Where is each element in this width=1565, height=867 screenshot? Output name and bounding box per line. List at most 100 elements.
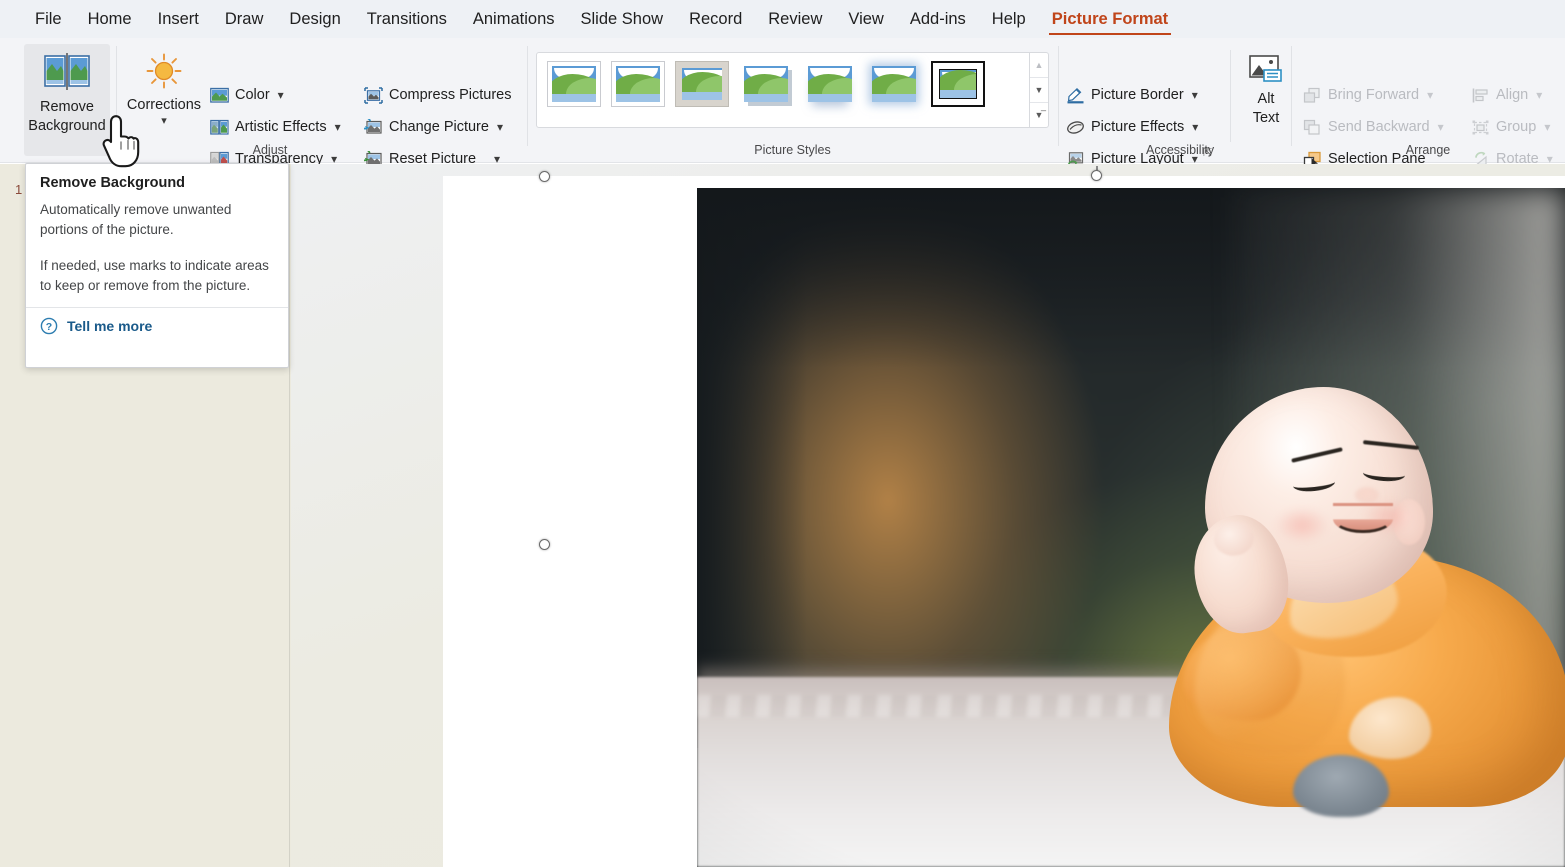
slide-picture[interactable]: [697, 188, 1565, 867]
picture-style-thumbnail-selected[interactable]: [931, 61, 985, 107]
tab-file[interactable]: File: [22, 0, 75, 38]
picture-effects-button[interactable]: Picture Effects ▾: [1066, 114, 1198, 140]
send-backward-button[interactable]: Send Backward ▾: [1303, 114, 1444, 140]
slide-canvas-area[interactable]: [291, 164, 1565, 867]
picture-border-label: Picture Border: [1091, 87, 1184, 103]
chevron-down-icon[interactable]: ▾: [161, 116, 167, 127]
group-label-accessibility: Accessibility: [1146, 143, 1215, 157]
align-button[interactable]: Align ▾: [1471, 82, 1542, 108]
bring-forward-label: Bring Forward: [1328, 87, 1420, 103]
color-picture-icon: [210, 87, 229, 104]
chevron-down-icon[interactable]: ▾: [1544, 120, 1550, 134]
ribbon-group-picture-styles: ▲ ▼ ▼̅ Picture Styles: [527, 38, 1058, 163]
ribbon-group-accessibility: Picture Border ▾ Picture Effects ▾ Pictu…: [1058, 38, 1294, 167]
change-picture-icon: [364, 118, 383, 136]
group-label-arrange: Arrange: [1405, 143, 1451, 157]
remove-background-label-line2: Background: [28, 118, 106, 134]
tab-help[interactable]: Help: [979, 0, 1039, 38]
tab-design[interactable]: Design: [276, 0, 353, 38]
selection-handle-top-left[interactable]: [539, 171, 550, 182]
tab-transitions[interactable]: Transitions: [354, 0, 460, 38]
chevron-down-icon[interactable]: ▾: [1536, 88, 1542, 102]
tooltip-divider: [26, 307, 288, 308]
change-picture-label: Change Picture: [389, 119, 489, 135]
tab-home[interactable]: Home: [75, 0, 145, 38]
change-picture-button[interactable]: Change Picture ▾: [364, 114, 503, 140]
alt-text-icon: [1248, 54, 1284, 86]
align-icon: [1471, 87, 1490, 104]
picture-styles-gallery[interactable]: ▲ ▼ ▼̅: [536, 52, 1049, 128]
send-backward-label: Send Backward: [1328, 119, 1430, 135]
monk-cheek-left: [1275, 507, 1329, 543]
tab-review[interactable]: Review: [755, 0, 835, 38]
monk-eye-right: [1362, 465, 1406, 483]
bring-forward-button[interactable]: Bring Forward ▾: [1303, 82, 1433, 108]
tell-me-more-label: Tell me more: [67, 318, 153, 334]
group-label-adjust: Adjust: [252, 143, 288, 157]
svg-text:?: ?: [46, 321, 52, 333]
picture-style-thumbnail[interactable]: [547, 61, 601, 107]
tab-insert[interactable]: Insert: [145, 0, 212, 38]
tab-picture-format[interactable]: Picture Format: [1039, 0, 1181, 38]
picture-border-button[interactable]: Picture Border ▾: [1066, 82, 1198, 108]
picture-border-icon: [1066, 87, 1085, 104]
monk-eyebrow-right: [1362, 440, 1420, 450]
selection-handle-top-center[interactable]: [1091, 170, 1102, 181]
bring-forward-icon: [1303, 87, 1322, 104]
chevron-down-icon[interactable]: ▾: [1192, 88, 1198, 102]
remove-background-icon: [44, 52, 90, 92]
brightness-sun-icon: [143, 52, 185, 92]
group-divider: [1230, 50, 1231, 142]
scroll-up-arrow[interactable]: ▲: [1030, 53, 1048, 78]
chevron-down-icon[interactable]: ▾: [497, 120, 503, 134]
monk-eyebrow-left: [1291, 447, 1343, 463]
compress-pictures-button[interactable]: Compress Pictures: [364, 82, 511, 108]
picture-effects-label: Picture Effects: [1091, 119, 1185, 135]
group-button[interactable]: Group ▾: [1471, 114, 1550, 140]
tab-animations[interactable]: Animations: [460, 0, 568, 38]
chevron-down-icon[interactable]: ▾: [1192, 120, 1198, 134]
picture-style-thumbnail[interactable]: [675, 61, 729, 107]
selection-handle-middle-left[interactable]: [539, 539, 550, 550]
group-label-picture-styles: Picture Styles: [754, 143, 831, 157]
remove-background-tooltip: Remove Background Automatically remove u…: [25, 163, 289, 368]
tell-me-more-link[interactable]: ? Tell me more: [40, 317, 274, 335]
artistic-effects-button[interactable]: Artistic Effects ▾: [210, 114, 341, 140]
help-question-icon: ?: [40, 317, 58, 335]
compress-pictures-label: Compress Pictures: [389, 87, 512, 103]
artistic-effects-label: Artistic Effects: [235, 119, 327, 135]
alt-text-button[interactable]: Alt Text: [1238, 46, 1294, 150]
monk-eye-left: [1292, 474, 1336, 494]
monk-figurine: [1159, 387, 1565, 817]
tooltip-paragraph-2: If needed, use marks to indicate areas t…: [40, 258, 269, 293]
tab-record[interactable]: Record: [676, 0, 755, 38]
tooltip-paragraph-1: Automatically remove unwanted portions o…: [40, 202, 232, 237]
ribbon-group-adjust: Remove Background Corrections ▾ Color ▾ …: [0, 38, 527, 167]
tooltip-title: Remove Background: [40, 175, 186, 191]
send-backward-icon: [1303, 119, 1322, 136]
scroll-down-arrow[interactable]: ▼: [1030, 78, 1048, 103]
tab-add-ins[interactable]: Add-ins: [897, 0, 979, 38]
powerpoint-window: File Home Insert Draw Design Transitions…: [0, 0, 1565, 867]
picture-style-thumbnail[interactable]: [739, 61, 793, 107]
chevron-down-icon[interactable]: ▾: [1427, 88, 1433, 102]
tab-slide-show[interactable]: Slide Show: [568, 0, 677, 38]
picture-style-thumbnail[interactable]: [803, 61, 857, 107]
picture-style-thumbnail[interactable]: [611, 61, 665, 107]
gallery-scroll-controls[interactable]: ▲ ▼ ▼̅: [1029, 53, 1048, 127]
chevron-down-icon[interactable]: ▾: [1438, 120, 1444, 134]
group-label: Group: [1496, 119, 1537, 135]
tab-draw[interactable]: Draw: [212, 0, 277, 38]
artistic-effects-icon: [210, 119, 229, 136]
chevron-down-icon[interactable]: ▾: [278, 88, 284, 102]
slide-surface[interactable]: [443, 176, 1565, 867]
chevron-down-icon[interactable]: ▾: [335, 120, 341, 134]
picture-style-thumbnail[interactable]: [867, 61, 921, 107]
color-button[interactable]: Color ▾: [210, 82, 284, 108]
picture-effects-icon: [1066, 119, 1085, 136]
tab-view[interactable]: View: [835, 0, 896, 38]
more-styles-arrow[interactable]: ▼̅: [1030, 103, 1048, 127]
ribbon: Remove Background Corrections ▾ Color ▾ …: [0, 38, 1565, 167]
monk-mouth: [1333, 503, 1393, 533]
remove-background-label-line1: Remove: [39, 99, 94, 115]
